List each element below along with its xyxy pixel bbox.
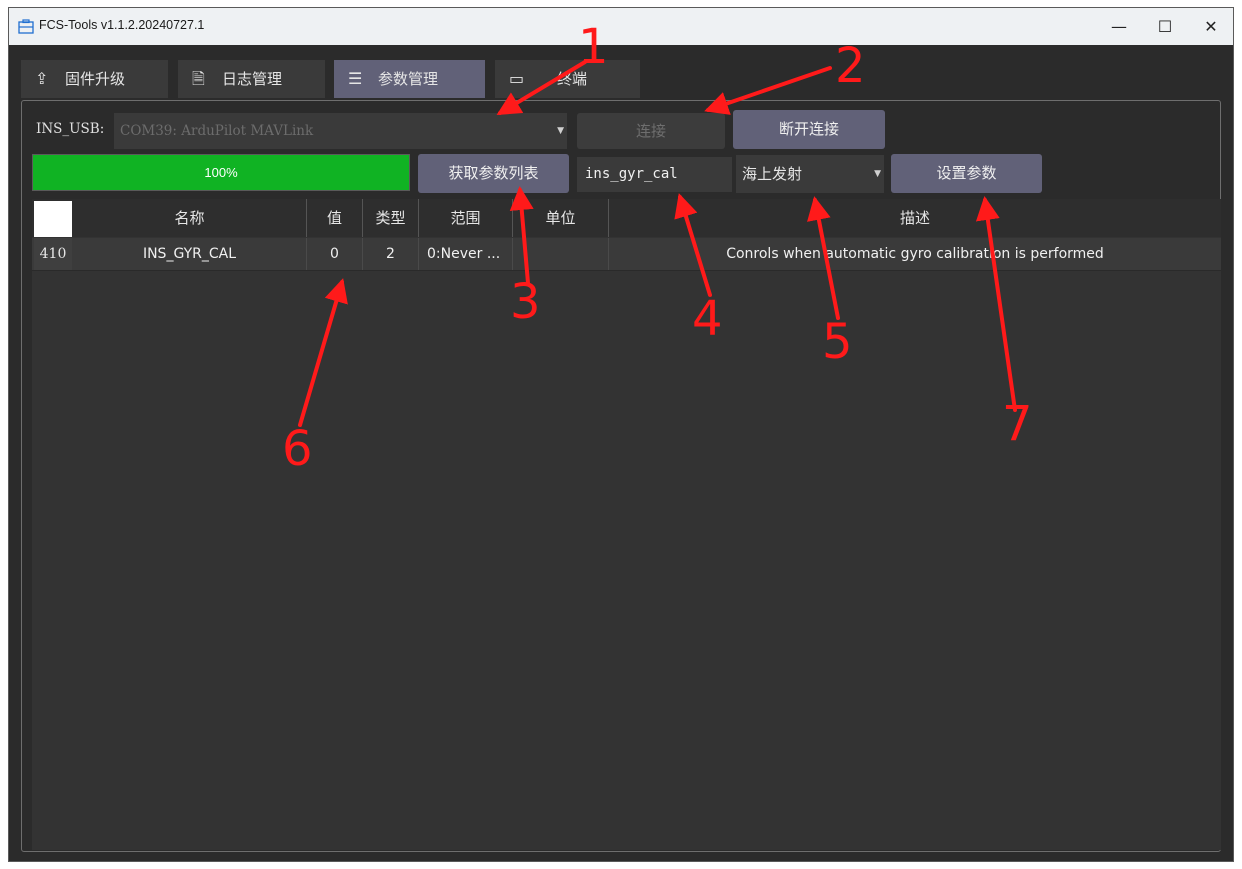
param-value-option: 海上发射: [742, 165, 803, 183]
param-value-select[interactable]: 海上发射 ▼: [736, 155, 884, 193]
connect-button[interactable]: 连接: [577, 113, 725, 149]
tab-label: 日志管理: [222, 70, 283, 88]
param-search-input[interactable]: ins_gyr_cal: [577, 157, 732, 192]
table-row[interactable]: 410 INS_GYR_CAL 0 2 0:Never ... Conrols …: [32, 238, 1221, 271]
sliders-icon: ☰: [348, 69, 363, 88]
monitor-icon: ▭: [509, 69, 525, 88]
toolbox-icon: [18, 19, 34, 38]
progress-bar: 100%: [32, 154, 410, 191]
serial-port-label: INS_USB:: [36, 121, 105, 137]
column-header-range[interactable]: 范围: [419, 199, 513, 237]
select-all-corner[interactable]: [34, 201, 72, 237]
serial-port-select[interactable]: COM39: ArduPilot MAVLink ▼: [114, 113, 567, 149]
tab-label: 参数管理: [378, 70, 439, 88]
column-header-name[interactable]: 名称: [73, 199, 307, 237]
tab-bar: ⇪ 固件升级 🗎 日志管理 ☰ 参数管理 ▭ 终端: [9, 45, 1233, 98]
column-header-description[interactable]: 描述: [609, 199, 1221, 237]
app-window: FCS-Tools v1.1.2.20240727.1 — ☐ ✕ ⇪ 固件升级…: [8, 7, 1234, 862]
cell-range[interactable]: 0:Never ...: [419, 238, 513, 270]
row-index[interactable]: 410: [34, 238, 72, 270]
table-header: 名称 值 类型 范围 单位 描述: [32, 199, 1221, 237]
column-header-type[interactable]: 类型: [363, 199, 419, 237]
title-bar: FCS-Tools v1.1.2.20240727.1 — ☐ ✕: [9, 8, 1233, 45]
tab-label: 终端: [557, 70, 588, 88]
maximize-button[interactable]: ☐: [1142, 8, 1188, 45]
chevron-down-icon: ▼: [557, 126, 564, 136]
cell-unit[interactable]: [513, 238, 609, 270]
column-header-value[interactable]: 值: [307, 199, 363, 237]
minimize-button[interactable]: —: [1096, 8, 1142, 45]
close-button[interactable]: ✕: [1188, 8, 1233, 45]
column-header-unit[interactable]: 单位: [513, 199, 609, 237]
tab-log-management[interactable]: 🗎 日志管理: [178, 60, 325, 98]
upload-icon: ⇪: [35, 69, 49, 88]
tab-firmware-upgrade[interactable]: ⇪ 固件升级: [21, 60, 168, 98]
document-icon: 🗎: [192, 69, 205, 88]
progress-text: 100%: [204, 165, 238, 180]
parameter-table: 名称 值 类型 范围 单位 描述 410 INS_GYR_CAL 0 2 0:N…: [32, 199, 1221, 850]
cell-description[interactable]: Conrols when automatic gyro calibration …: [609, 238, 1221, 270]
fetch-params-button[interactable]: 获取参数列表: [418, 154, 569, 193]
cell-name[interactable]: INS_GYR_CAL: [73, 238, 307, 270]
serial-port-value: COM39: ArduPilot MAVLink: [120, 123, 314, 139]
set-param-button[interactable]: 设置参数: [891, 154, 1042, 193]
cell-type[interactable]: 2: [363, 238, 419, 270]
disconnect-button[interactable]: 断开连接: [733, 110, 885, 149]
tab-parameter-management[interactable]: ☰ 参数管理: [334, 60, 485, 98]
window-title: FCS-Tools v1.1.2.20240727.1: [39, 18, 205, 32]
tab-terminal[interactable]: ▭ 终端: [495, 60, 640, 98]
tab-label: 固件升级: [65, 70, 126, 88]
chevron-down-icon: ▼: [874, 169, 881, 179]
cell-value[interactable]: 0: [307, 238, 363, 270]
